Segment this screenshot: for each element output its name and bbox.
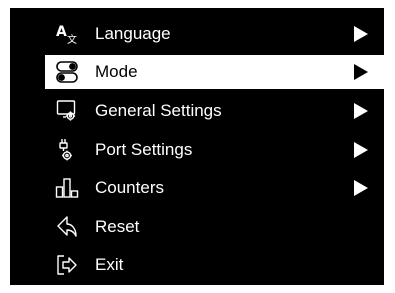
menu-item-label: Port Settings: [95, 140, 193, 159]
menu-item-reset[interactable]: Reset: [45, 210, 384, 244]
menu-item-language[interactable]: A 文 Language: [45, 17, 384, 51]
menu-item-label: Mode: [95, 62, 138, 81]
menu-item-general-settings[interactable]: General Settings: [45, 94, 384, 128]
menu-item-label: Reset: [95, 217, 140, 236]
reset-icon: [55, 215, 79, 239]
submenu-arrow-icon: [354, 64, 368, 80]
submenu-arrow-icon: [354, 142, 368, 158]
svg-text:文: 文: [67, 33, 77, 46]
submenu-arrow-icon: [354, 180, 368, 196]
submenu-arrow-icon: [354, 26, 368, 42]
menu-item-label: Language: [95, 24, 171, 43]
svg-text:A: A: [56, 24, 67, 40]
mode-toggle-icon: [55, 60, 79, 84]
menu-item-label: General Settings: [95, 101, 222, 120]
submenu-arrow-icon: [354, 103, 368, 119]
menu-item-exit[interactable]: Exit: [45, 248, 384, 282]
menu-item-mode[interactable]: Mode: [45, 55, 384, 89]
osd-menu-panel: A 文 Language Mode General Settings Port …: [10, 8, 384, 285]
menu-item-port-settings[interactable]: Port Settings: [45, 133, 384, 167]
menu-item-label: Exit: [95, 255, 124, 274]
language-icon: A 文: [55, 22, 79, 46]
counters-icon: [55, 176, 79, 200]
menu-item-label: Counters: [95, 178, 164, 197]
menu-item-counters[interactable]: Counters: [45, 171, 384, 205]
general-settings-icon: [55, 99, 79, 123]
port-settings-icon: [55, 138, 79, 162]
exit-icon: [55, 253, 79, 277]
